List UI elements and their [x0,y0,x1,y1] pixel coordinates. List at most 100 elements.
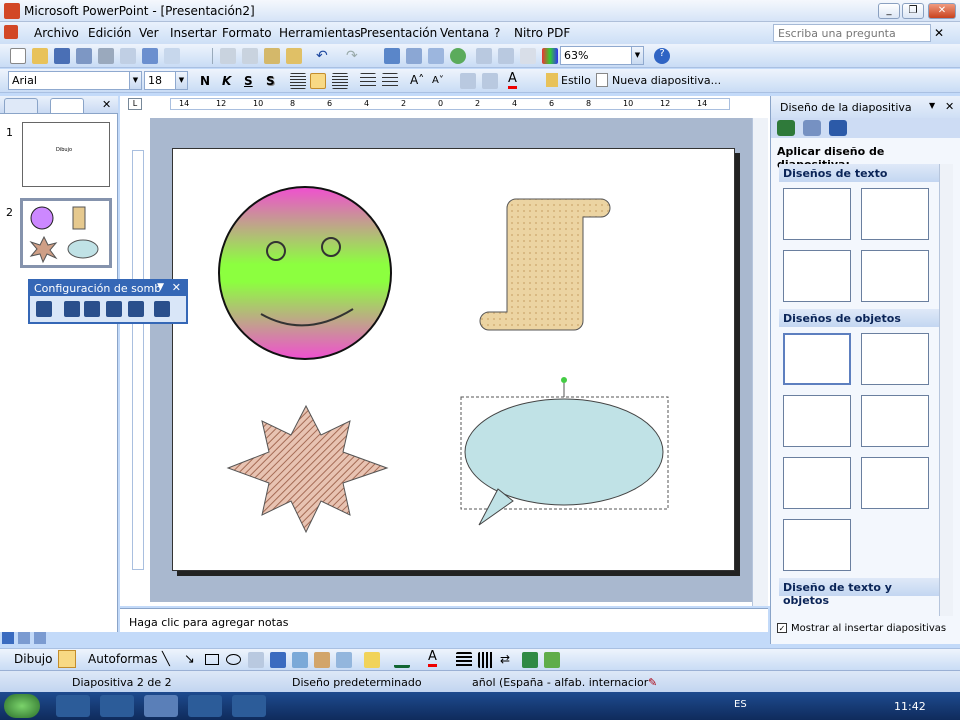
layout-blank[interactable] [783,333,851,385]
grid-icon[interactable] [520,48,536,64]
powerpoint-taskbar-icon[interactable] [144,695,178,717]
menu-help[interactable]: ? [494,26,500,40]
shadow-toggle-icon[interactable] [36,301,52,317]
minimize-button[interactable]: _ [878,3,900,19]
tab-selector-icon[interactable]: L [128,98,142,110]
tab-outline[interactable] [4,98,38,113]
shadow-button[interactable]: S [266,74,275,88]
show-on-insert-checkbox[interactable]: ✓ [777,623,787,633]
close-document-icon[interactable]: ✕ [934,26,944,40]
draw-menu[interactable]: Dibujo [14,652,52,666]
shadow-color-icon[interactable] [154,301,170,317]
layout-content-over[interactable] [861,457,929,509]
menu-nitro-pdf[interactable]: Nitro PDF [514,26,570,40]
clipart-icon[interactable] [314,652,330,668]
close-button[interactable]: ✕ [928,3,956,19]
layout-two-content[interactable] [861,395,929,447]
style-button[interactable]: Estilo [561,74,591,87]
align-center-icon[interactable] [310,73,326,89]
nudge-down-icon[interactable] [84,301,100,317]
layout-title-text[interactable] [783,250,851,302]
back-icon[interactable] [777,120,795,136]
nudge-up-icon[interactable] [64,301,80,317]
show-formatting-icon[interactable] [498,48,514,64]
forward-icon[interactable] [803,120,821,136]
slide-canvas[interactable] [172,148,735,571]
menu-ver[interactable]: Ver [139,26,159,40]
layout-title-content[interactable] [783,395,851,447]
fill-color-icon[interactable] [364,652,380,668]
nudge-right-icon[interactable] [128,301,144,317]
chrome-taskbar-icon[interactable] [188,695,222,717]
arrow-style-icon[interactable]: ⇄ [500,652,516,668]
bullets-icon[interactable] [382,73,398,89]
draw-font-color-icon[interactable]: A [428,650,437,667]
increase-indent-icon[interactable] [482,73,498,89]
shadow-style-icon[interactable] [522,652,538,668]
underline-button[interactable]: S [244,74,253,88]
menu-herramientas[interactable]: Herramientas [279,26,361,40]
menu-formato[interactable]: Formato [222,26,272,40]
align-right-icon[interactable] [332,73,348,89]
line-style-icon[interactable] [456,652,472,668]
table-icon[interactable] [406,48,422,64]
start-button[interactable] [4,694,40,718]
slide-sorter-icon[interactable] [18,632,30,644]
task-pane-scrollbar[interactable] [939,164,953,616]
new-icon[interactable] [10,48,26,64]
tab-slides[interactable] [50,98,84,113]
color-grayscale-icon[interactable] [542,48,558,64]
wordart-icon[interactable] [270,652,286,668]
ask-question-field[interactable]: Escriba una pregunta [773,24,931,42]
picture-icon[interactable] [336,652,352,668]
line-color-icon[interactable] [394,652,410,668]
font-size-select[interactable]: 18 ▼ [144,71,188,90]
slide-thumbnail-1[interactable]: Dibujo [22,122,110,187]
redo-icon[interactable]: ↷ [346,48,362,64]
decrease-font-icon[interactable]: A˅ [432,75,444,86]
slide-scrollbar[interactable] [752,118,768,606]
menu-edicion[interactable]: Edición [88,26,131,40]
restore-button[interactable]: ❐ [902,3,924,19]
bold-button[interactable]: N [200,74,210,88]
print-icon[interactable] [98,48,114,64]
new-slide-button[interactable]: Nueva diapositiva... [612,74,721,87]
explorer-taskbar-icon[interactable] [56,695,90,717]
home-icon[interactable] [829,120,847,136]
undo-icon[interactable]: ↶ [316,48,332,64]
chart-icon[interactable] [384,48,400,64]
save-icon[interactable] [54,48,70,64]
task-pane-menu-icon[interactable]: ▼ [929,101,935,110]
task-pane-close-icon[interactable]: ✕ [945,100,954,113]
open-icon[interactable] [32,48,48,64]
textbox-icon[interactable] [248,652,264,668]
permission-icon[interactable] [76,48,92,64]
language-indicator[interactable]: ES [734,699,747,710]
smiley-shape[interactable] [218,186,392,360]
hyperlink-icon[interactable] [450,48,466,64]
oval-icon[interactable] [226,654,241,665]
autoshapes-menu[interactable]: Autoformas [88,652,157,666]
notes-field[interactable]: Haga clic para agregar notas [120,608,768,632]
close-pane-icon[interactable]: ✕ [102,98,111,111]
increase-font-icon[interactable]: A˄ [410,73,424,87]
layout-six-content[interactable] [783,519,851,571]
font-color-icon[interactable]: A [508,72,517,89]
numbering-icon[interactable] [360,73,376,89]
menu-archivo[interactable]: Archivo [34,26,79,40]
align-left-icon[interactable] [290,73,306,89]
layout-title-only[interactable] [861,188,929,240]
diagram-icon[interactable] [292,652,308,668]
clock[interactable]: 11:42 [894,700,926,713]
document-icon[interactable] [4,25,18,39]
star-shape[interactable] [226,404,389,534]
toolbar-options-icon[interactable]: ▼ [157,282,164,292]
close-toolbar-icon[interactable]: ✕ [172,281,181,294]
format-painter-icon[interactable] [286,48,302,64]
font-select[interactable]: Arial ▼ [8,71,142,90]
select-objects-icon[interactable] [58,650,76,668]
nudge-left-icon[interactable] [106,301,122,317]
layout-content[interactable] [861,333,929,385]
tables-borders-icon[interactable] [428,48,444,64]
dash-style-icon[interactable] [478,652,494,668]
